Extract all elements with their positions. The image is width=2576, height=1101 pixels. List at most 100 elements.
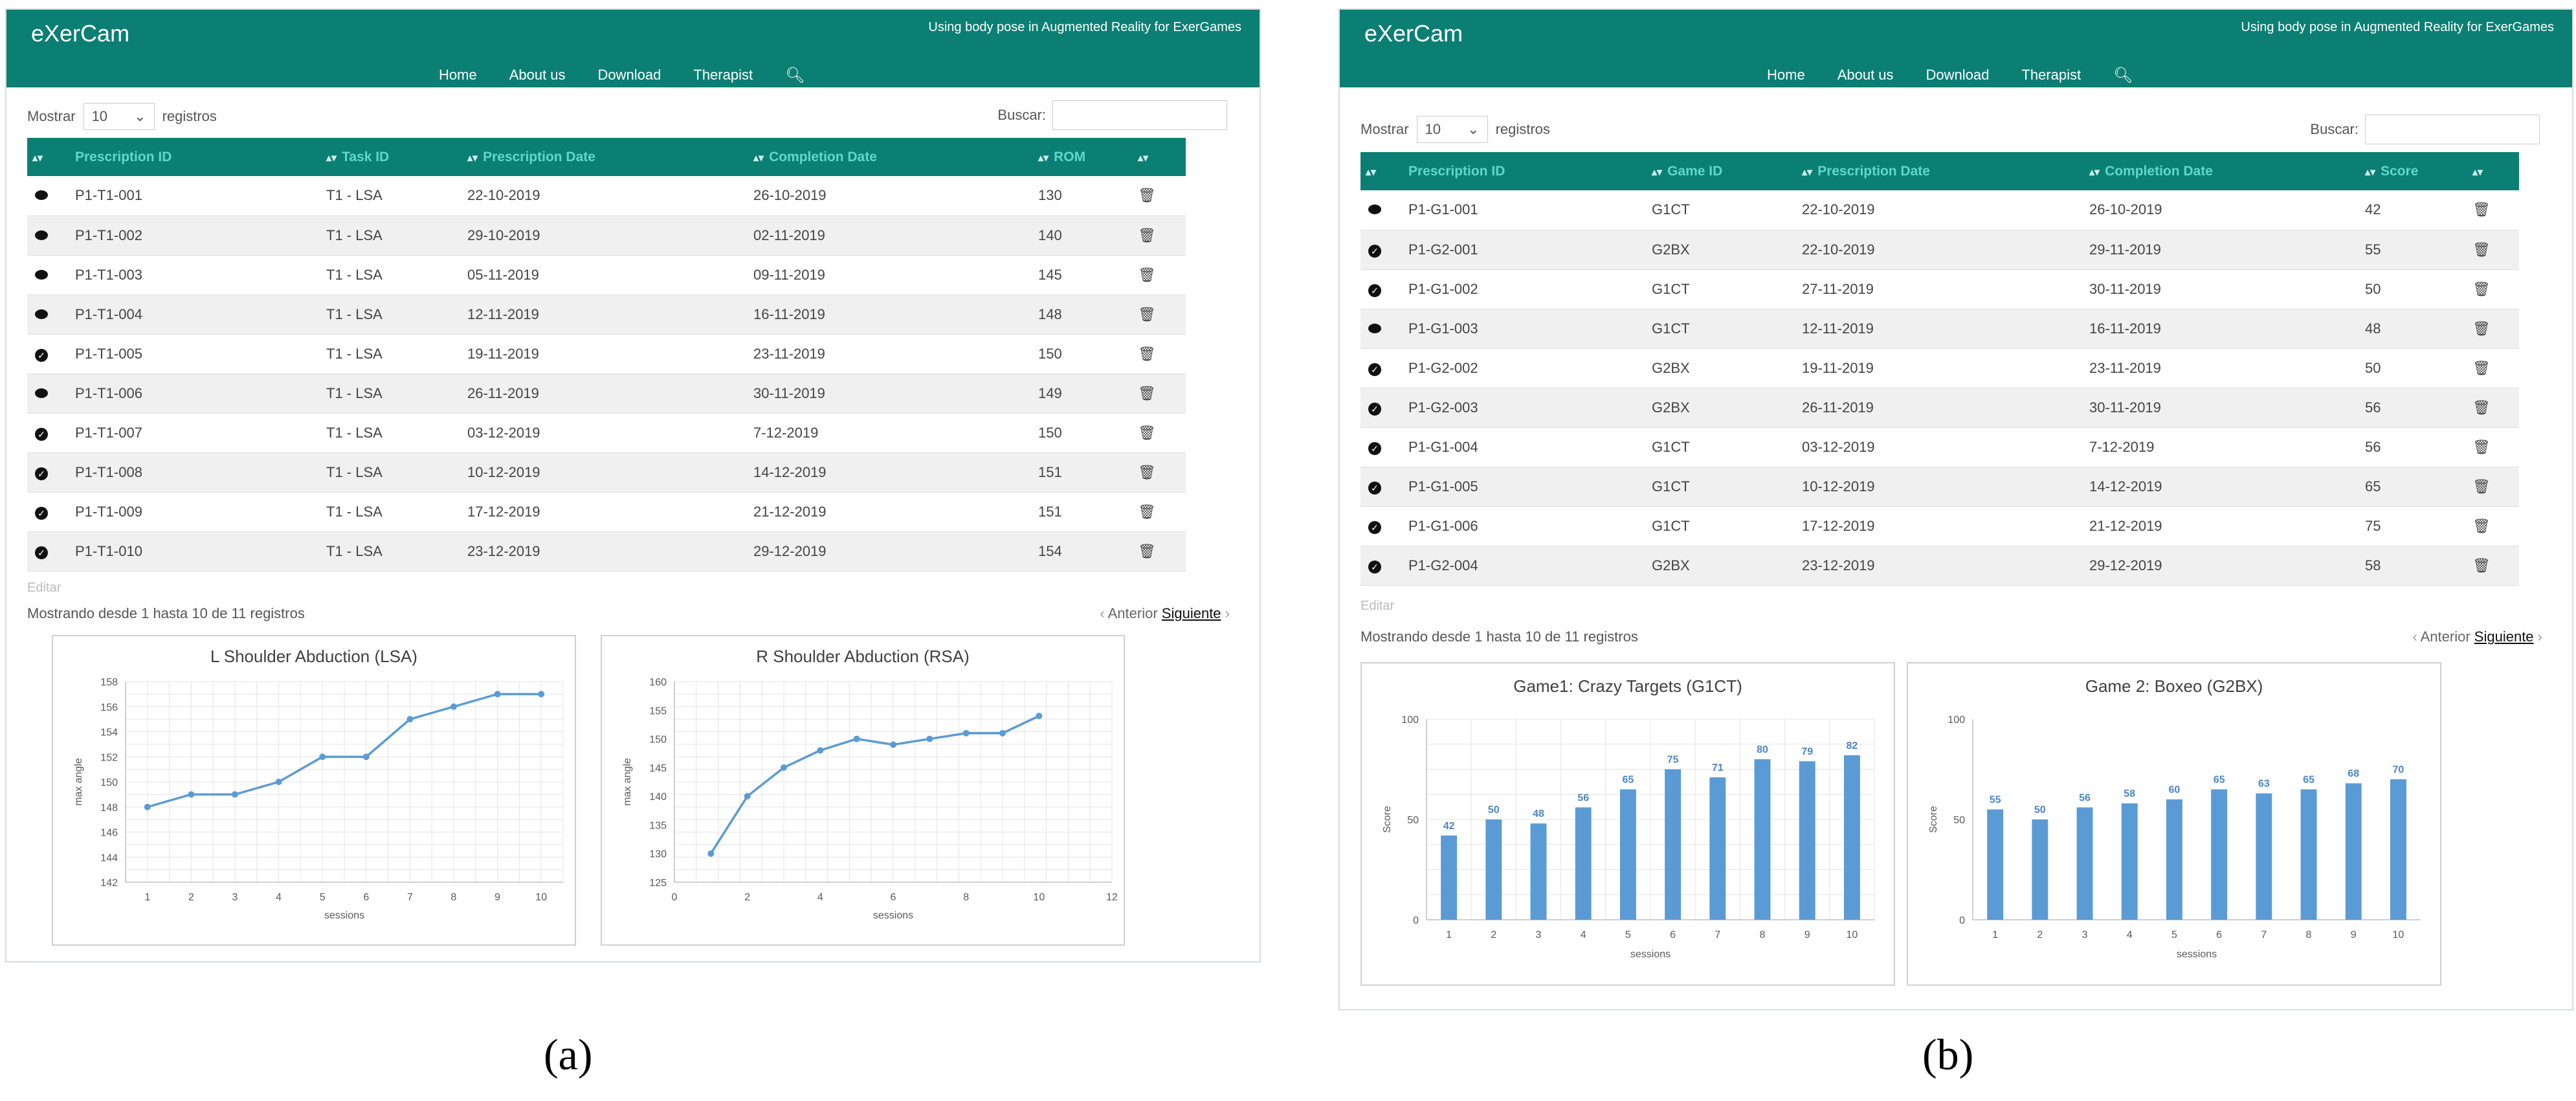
edit-link[interactable]: Editar [1360, 599, 1394, 614]
trash-icon[interactable]: 🗑︎ [1138, 187, 1156, 203]
status-cell[interactable] [27, 176, 70, 216]
pending-dot-icon[interactable] [1368, 323, 1381, 333]
status-cell[interactable]: ✓ [1360, 269, 1403, 309]
prev-button[interactable]: Anterior [2421, 628, 2471, 645]
nav-about[interactable]: About us [1838, 67, 1894, 83]
trash-icon[interactable]: 🗑︎ [2472, 201, 2491, 217]
pending-dot-icon[interactable] [1368, 205, 1381, 215]
trash-icon[interactable]: 🗑︎ [2472, 320, 2491, 337]
pending-dot-icon[interactable] [35, 230, 48, 240]
column-header[interactable]: Prescription ID [1403, 152, 1647, 190]
nav-home[interactable]: Home [1767, 67, 1805, 83]
status-cell[interactable] [27, 373, 70, 414]
trash-icon[interactable]: 🗑︎ [2472, 281, 2491, 297]
column-header[interactable]: Prescription ID [70, 138, 321, 176]
status-cell[interactable] [27, 216, 70, 256]
trash-icon[interactable]: 🗑︎ [1138, 464, 1156, 480]
check-circle-icon[interactable]: ✓ [35, 467, 48, 480]
table-row[interactable]: ✓ P1-G2-003 G2BX 26-11-2019 30-11-2019 56 🗑︎ [1360, 388, 2519, 428]
table-row[interactable]: P1-T1-002 T1 - LSA 29-10-2019 02-11-2019 140… [27, 216, 1186, 256]
nav-download[interactable]: Download [1926, 67, 1990, 83]
table-row[interactable]: ✓ P1-G2-004 G2BX 23-12-2019 29-12-2019 58 🗑︎ [1360, 546, 2519, 586]
status-cell[interactable]: ✓ [1360, 506, 1403, 546]
page-length-select[interactable]: 10 ⌄ [83, 103, 155, 130]
column-header[interactable]: ▴▾ Completion Date [2084, 152, 2360, 190]
next-button[interactable]: Siguiente [2474, 628, 2534, 645]
status-cell[interactable] [1360, 309, 1403, 349]
table-row[interactable]: ✓ P1-T1-007 T1 - LSA 03-12-2019 7-12-2019 150… [27, 413, 1186, 453]
column-header[interactable]: ▴▾ Completion Date [748, 138, 1033, 176]
table-row[interactable]: P1-T1-004 T1 - LSA 12-11-2019 16-11-2019 148… [27, 295, 1186, 335]
column-header-actions[interactable]: ▴▾ [2467, 152, 2519, 190]
search-input[interactable] [1052, 100, 1227, 130]
check-circle-icon[interactable]: ✓ [35, 506, 48, 520]
status-cell[interactable]: ✓ [27, 492, 70, 532]
search-input[interactable] [2365, 115, 2540, 144]
column-header[interactable]: ▴▾ Game ID [1647, 152, 1797, 190]
table-row[interactable]: P1-T1-006 T1 - LSA 26-11-2019 30-11-2019 149… [27, 373, 1186, 414]
nav-about[interactable]: About us [509, 67, 566, 83]
trash-icon[interactable]: 🗑︎ [2472, 518, 2491, 534]
trash-icon[interactable]: 🗑︎ [1138, 543, 1156, 559]
table-row[interactable]: ✓ P1-G1-002 G1CT 27-11-2019 30-11-2019 50 🗑︎ [1360, 269, 2519, 309]
column-header[interactable]: ▴▾ Prescription Date [462, 138, 748, 176]
status-cell[interactable]: ✓ [1360, 388, 1403, 428]
app-logo[interactable]: eXerCam [1364, 20, 1463, 47]
table-row[interactable]: P1-G1-001 G1CT 22-10-2019 26-10-2019 42 🗑︎ [1360, 190, 2519, 230]
table-row[interactable]: P1-T1-001 T1 - LSA 22-10-2019 26-10-2019 130… [27, 176, 1186, 216]
table-row[interactable]: ✓ P1-G1-005 G1CT 10-12-2019 14-12-2019 65 🗑︎ [1360, 467, 2519, 507]
check-circle-icon[interactable]: ✓ [1368, 362, 1381, 376]
nav-therapist[interactable]: Therapist [2021, 67, 2081, 83]
table-row[interactable]: ✓ P1-G1-006 G1CT 17-12-2019 21-12-2019 75 🗑︎ [1360, 506, 2519, 546]
status-cell[interactable] [27, 295, 70, 335]
status-cell[interactable]: ✓ [1360, 546, 1403, 586]
edit-link[interactable]: Editar [27, 581, 61, 595]
check-circle-icon[interactable]: ✓ [1368, 441, 1381, 455]
status-cell[interactable] [1360, 190, 1403, 230]
column-header-status[interactable]: ▴▾ [27, 138, 70, 176]
pending-dot-icon[interactable] [35, 190, 48, 201]
column-header[interactable]: ▴▾ Task ID [321, 138, 462, 176]
search-icon[interactable]: 🔍︎ [785, 66, 805, 85]
next-button[interactable]: Siguiente [1162, 605, 1221, 621]
table-row[interactable]: ✓ P1-G2-002 G2BX 19-11-2019 23-11-2019 50 🗑︎ [1360, 348, 2519, 388]
column-header[interactable]: ▴▾ Score [2360, 152, 2467, 190]
status-cell[interactable]: ✓ [27, 531, 70, 572]
trash-icon[interactable]: 🗑︎ [1138, 306, 1156, 322]
check-circle-icon[interactable]: ✓ [35, 348, 48, 362]
column-header[interactable]: ▴▾ ROM [1033, 138, 1133, 176]
table-row[interactable]: ✓ P1-T1-008 T1 - LSA 10-12-2019 14-12-2019 15… [27, 452, 1186, 493]
status-cell[interactable]: ✓ [27, 452, 70, 493]
table-row[interactable]: P1-T1-003 T1 - LSA 05-11-2019 09-11-2019 145… [27, 255, 1186, 295]
trash-icon[interactable]: 🗑︎ [1138, 425, 1156, 441]
search-icon[interactable]: 🔍︎ [2113, 66, 2133, 85]
trash-icon[interactable]: 🗑︎ [2472, 478, 2491, 495]
app-logo[interactable]: eXerCam [31, 20, 129, 47]
check-circle-icon[interactable]: ✓ [35, 546, 48, 559]
trash-icon[interactable]: 🗑︎ [1138, 267, 1156, 283]
check-circle-icon[interactable]: ✓ [1368, 244, 1381, 258]
status-cell[interactable]: ✓ [27, 413, 70, 453]
nav-download[interactable]: Download [598, 67, 661, 83]
nav-therapist[interactable]: Therapist [693, 67, 753, 83]
check-circle-icon[interactable]: ✓ [1368, 520, 1381, 534]
check-circle-icon[interactable]: ✓ [35, 427, 48, 441]
trash-icon[interactable]: 🗑︎ [1138, 346, 1156, 362]
trash-icon[interactable]: 🗑︎ [1138, 385, 1156, 401]
status-cell[interactable]: ✓ [1360, 427, 1403, 467]
trash-icon[interactable]: 🗑︎ [2472, 399, 2491, 416]
status-cell[interactable] [27, 255, 70, 295]
nav-home[interactable]: Home [439, 67, 477, 83]
column-header-status[interactable]: ▴▾ [1360, 152, 1403, 190]
trash-icon[interactable]: 🗑︎ [2472, 439, 2491, 455]
page-length-select[interactable]: 10 ⌄ [1416, 116, 1488, 143]
status-cell[interactable]: ✓ [1360, 230, 1403, 270]
pending-dot-icon[interactable] [35, 269, 48, 280]
trash-icon[interactable]: 🗑︎ [2472, 557, 2491, 573]
status-cell[interactable]: ✓ [1360, 467, 1403, 507]
status-cell[interactable]: ✓ [27, 334, 70, 374]
trash-icon[interactable]: 🗑︎ [2472, 241, 2491, 258]
prev-button[interactable]: Anterior [1108, 605, 1158, 621]
table-row[interactable]: ✓ P1-G1-004 G1CT 03-12-2019 7-12-2019 56 🗑︎ [1360, 427, 2519, 467]
table-row[interactable]: ✓ P1-T1-009 T1 - LSA 17-12-2019 21-12-2019 15… [27, 492, 1186, 532]
